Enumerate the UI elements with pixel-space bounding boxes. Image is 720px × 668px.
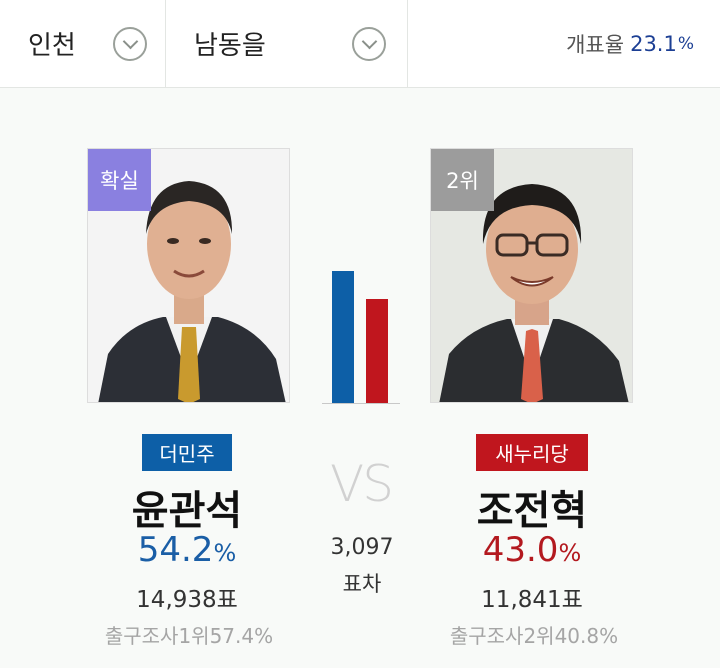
candidate-photo-right: 2위	[430, 148, 633, 403]
party-badge-left: 더민주	[142, 434, 232, 471]
vote-percent-left: 54.2%	[67, 530, 307, 570]
vote-count-right: 11,841표	[481, 587, 583, 613]
vote-percent-left-value: 54.2	[137, 530, 214, 570]
vote-share-bars	[322, 262, 400, 404]
exit-poll-left: 출구조사1위57.4%	[104, 624, 274, 648]
region-label: 인천	[28, 31, 76, 61]
turnout-label: 개표율	[566, 32, 625, 57]
top-selector-bar: 인천 남동을 개표율 23.1 %	[0, 0, 720, 88]
party-badge-right: 새누리당	[476, 434, 588, 471]
vote-percent-right: 43.0%	[412, 530, 652, 570]
district-label: 남동을	[194, 31, 266, 61]
exit-poll-right: 출구조사2위40.8%	[449, 624, 619, 648]
vote-percent-right-unit: %	[558, 539, 582, 567]
candidate-name-left: 윤관석	[131, 488, 243, 534]
vote-count-left: 14,938표	[136, 587, 238, 613]
vote-percent-left-unit: %	[213, 539, 237, 567]
chevron-down-icon[interactable]	[352, 27, 386, 61]
status-badge-rank: 2위	[431, 149, 494, 211]
turnout-unit: %	[677, 33, 694, 54]
region-selector[interactable]: 인천	[0, 0, 166, 87]
status-badge-confirmed: 확실	[88, 149, 151, 211]
vote-bar-right	[366, 299, 388, 404]
turnout-value: 23.1	[630, 31, 677, 56]
candidate-name-right: 조전혁	[476, 488, 588, 534]
district-selector[interactable]: 남동을	[166, 0, 408, 87]
vote-percent-right-value: 43.0	[482, 530, 559, 570]
chevron-down-icon[interactable]	[113, 27, 147, 61]
candidate-photo-left: 확실	[87, 148, 290, 403]
chart-baseline	[322, 403, 400, 404]
vote-bar-left	[332, 271, 354, 404]
vote-difference-label: 표차	[342, 572, 382, 596]
vote-difference: 3,097	[330, 535, 394, 560]
vs-label: VS	[330, 455, 394, 513]
turnout-display: 개표율 23.1 %	[408, 0, 720, 87]
